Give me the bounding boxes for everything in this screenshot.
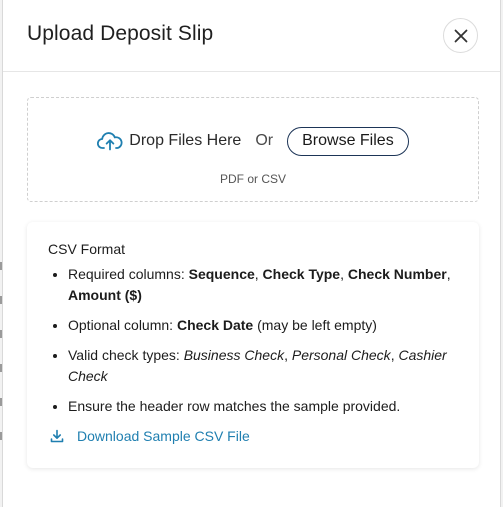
csv-format-panel: CSV Format Required columns: Sequence, C… — [27, 222, 479, 468]
csv-format-item-text: , — [340, 266, 348, 282]
csv-format-item-text: , — [254, 266, 263, 282]
csv-format-item-text: Valid check types: — [68, 347, 184, 363]
download-icon — [50, 429, 64, 443]
csv-format-item-text: , — [446, 266, 451, 282]
drop-files-label: Drop Files Here — [129, 132, 242, 149]
csv-format-list: Required columns: Sequence, Check Type, … — [48, 264, 463, 426]
modal-title: Upload Deposit Slip — [27, 22, 214, 45]
csv-format-item-text: , — [284, 347, 292, 363]
csv-format-item: Ensure the header row matches the sample… — [68, 396, 463, 417]
close-icon — [454, 29, 467, 42]
csv-format-item-text: Amount ($) — [68, 287, 142, 303]
csv-format-item-text: Ensure the header row matches the sample… — [68, 398, 401, 414]
csv-format-item: Optional column: Check Date (may be left… — [68, 315, 463, 336]
upload-deposit-slip-modal: Upload Deposit Slip Drop Files Here Or B… — [2, 0, 501, 507]
csv-format-item: Valid check types: Business Check, Perso… — [68, 345, 463, 387]
csv-format-item-text: Check Type — [262, 266, 341, 282]
csv-format-title: CSV Format — [48, 241, 126, 257]
csv-format-item-text: Optional column: — [68, 317, 177, 333]
modal-header: Upload Deposit Slip — [3, 0, 500, 72]
csv-format-item-text: Sequence — [188, 266, 255, 282]
csv-format-item-text: Business Check — [183, 347, 285, 363]
close-button[interactable] — [443, 18, 478, 53]
browse-files-button[interactable]: Browse Files — [287, 126, 409, 156]
download-sample-label: Download Sample CSV File — [77, 428, 250, 444]
or-label: Or — [255, 132, 274, 149]
csv-format-item-text: Personal Check — [291, 347, 391, 363]
csv-format-item-text: (may be left empty) — [253, 317, 377, 333]
download-sample-csv-link[interactable]: Download Sample CSV File — [50, 428, 250, 444]
csv-format-item-text: Check Number — [347, 266, 447, 282]
csv-format-item: Required columns: Sequence, Check Type, … — [68, 264, 463, 306]
csv-format-item-text: Check Date — [176, 317, 254, 333]
file-dropzone[interactable]: Drop Files Here Or Browse Files PDF or C… — [27, 97, 479, 202]
dropzone-row: Drop Files Here Or Browse Files — [28, 126, 478, 156]
cloud-upload-icon — [97, 131, 123, 151]
csv-format-item-text: Required columns: — [68, 266, 189, 282]
accepted-file-types: PDF or CSV — [219, 172, 286, 186]
